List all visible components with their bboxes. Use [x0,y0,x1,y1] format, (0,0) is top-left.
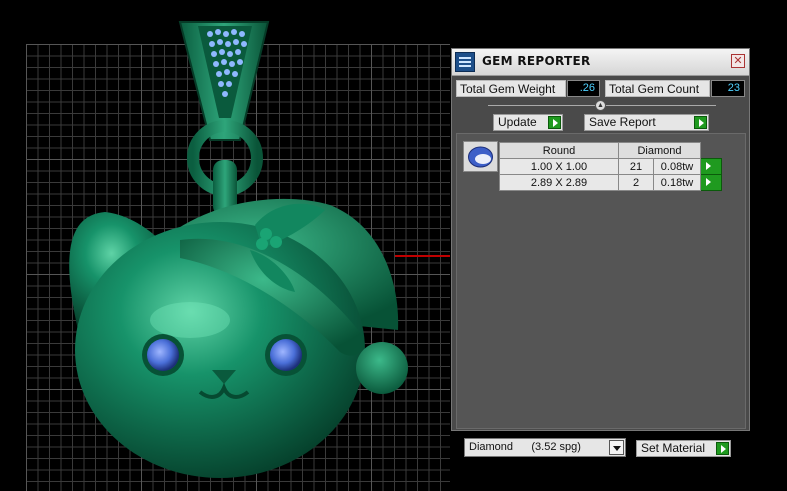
set-material-button[interactable]: Set Material [636,440,731,457]
gem-weight-cell: 0.08tw [653,158,701,175]
titlebar[interactable]: GEM REPORTER ✕ [452,49,749,76]
select-row-arrow-icon[interactable] [700,174,722,191]
total-gem-count-value: 23 [711,80,745,97]
gem-weight-cell: 0.18tw [653,174,701,191]
select-row-arrow-icon[interactable] [700,158,722,175]
total-gem-weight-label: Total Gem Weight [456,80,566,97]
gem-count-cell: 2 [618,174,654,191]
table-header-row: Round Diamond [499,142,722,159]
material-select-value: Diamond (3.52 spg) [469,441,581,453]
table-row[interactable]: 2.89 X 2.89 2 0.18tw [499,174,722,191]
column-header-shape: Round [499,142,619,159]
play-arrow-icon [548,116,561,129]
play-arrow-icon [716,442,729,455]
gem-size-cell: 1.00 X 1.00 [499,158,619,175]
cat-pendant-model[interactable] [0,0,450,491]
close-icon[interactable]: ✕ [731,54,745,68]
gem-size-cell: 2.89 X 2.89 [499,174,619,191]
chevron-down-icon[interactable] [609,440,624,455]
round-gem-icon[interactable] [463,141,498,172]
table-row[interactable]: 1.00 X 1.00 21 0.08tw [499,158,722,175]
gem-list-area: Round Diamond 1.00 X 1.00 21 0.08tw 2.89… [456,133,746,429]
save-report-label: Save Report [589,115,656,129]
slider-knob-icon[interactable]: ▲ [595,100,606,111]
set-material-label: Set Material [641,441,706,455]
gem-count-cell: 21 [618,158,654,175]
save-report-button[interactable]: Save Report [584,114,709,131]
gem-reporter-icon [455,52,475,72]
gem-reporter-panel: GEM REPORTER ✕ Total Gem Weight .26 Tota… [451,48,750,431]
material-select[interactable]: Diamond (3.52 spg) [464,438,626,457]
3d-viewport[interactable] [0,0,450,491]
gem-table: Round Diamond 1.00 X 1.00 21 0.08tw 2.89… [499,142,722,191]
update-button[interactable]: Update [493,114,563,131]
column-header-material: Diamond [618,142,701,159]
total-gem-count-label: Total Gem Count [605,80,710,97]
panel-title: GEM REPORTER [482,54,591,68]
play-arrow-icon [694,116,707,129]
total-gem-weight-value: .26 [567,80,600,97]
update-label: Update [498,115,537,129]
